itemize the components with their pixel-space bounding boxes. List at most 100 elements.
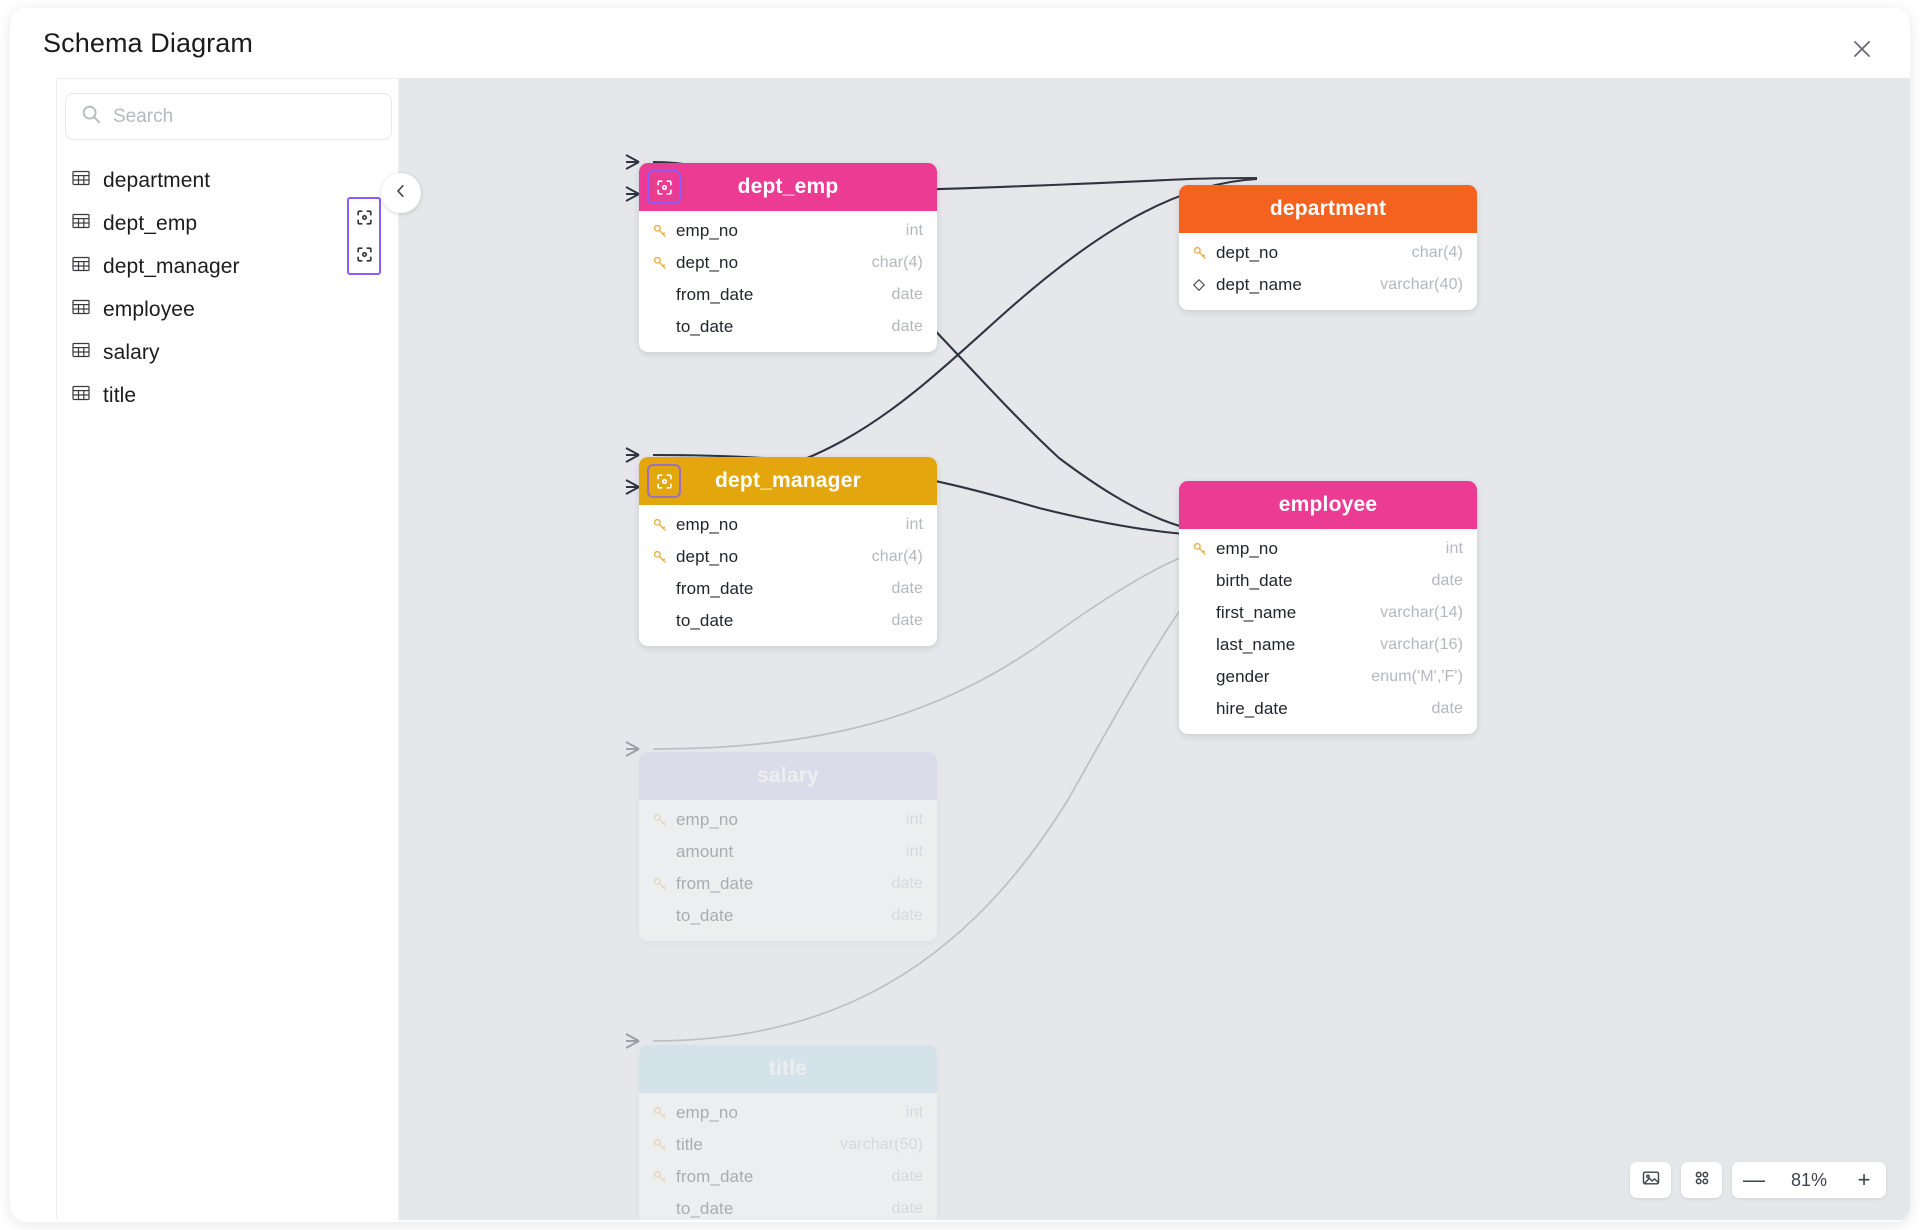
column-row[interactable]: to_date date: [639, 1193, 937, 1220]
column-row[interactable]: hire_date date: [1179, 693, 1477, 725]
column-row[interactable]: first_name varchar(14): [1179, 597, 1477, 629]
diagram-canvas[interactable]: dept_emp emp_no int dept_no char(4): [399, 78, 1910, 1220]
column-type: date: [891, 580, 923, 598]
layout-grid-button[interactable]: [1681, 1162, 1722, 1198]
column-type: varchar(14): [1380, 604, 1463, 622]
column-name: birth_date: [1216, 571, 1431, 591]
focus-target-icon[interactable]: [355, 245, 374, 264]
column-type: int: [906, 222, 923, 240]
column-row[interactable]: emp_no int: [639, 215, 937, 247]
column-row[interactable]: dept_no char(4): [1179, 237, 1477, 269]
column-name: to_date: [676, 906, 891, 926]
focus-target-stack[interactable]: [347, 197, 381, 275]
column-row[interactable]: birth_date date: [1179, 565, 1477, 597]
table-icon: [71, 211, 91, 236]
entity-columns: emp_no int birth_date date first_name va…: [1179, 529, 1477, 734]
entity-name: title: [769, 1057, 807, 1081]
column-row[interactable]: last_name varchar(16): [1179, 629, 1477, 661]
column-name: emp_no: [676, 221, 906, 241]
column-row[interactable]: to_date date: [639, 605, 937, 637]
entity-dept_manager[interactable]: dept_manager emp_no int dept_no char(4): [639, 457, 937, 646]
search-box[interactable]: [65, 93, 392, 140]
column-name: dept_no: [1216, 243, 1412, 263]
column-row[interactable]: from_date date: [639, 573, 937, 605]
column-row[interactable]: from_date date: [639, 279, 937, 311]
sidebar-item-department[interactable]: department: [57, 159, 398, 202]
column-row[interactable]: to_date date: [639, 311, 937, 343]
column-row[interactable]: dept_no char(4): [639, 247, 937, 279]
entity-name: employee: [1279, 493, 1377, 517]
sidebar-item-label: title: [103, 384, 136, 408]
sidebar-item-label: employee: [103, 298, 195, 322]
sidebar-item-label: salary: [103, 341, 160, 365]
zoom-level-label: 81%: [1776, 1162, 1842, 1198]
column-row[interactable]: emp_no int: [639, 509, 937, 541]
sidebar-item-employee[interactable]: employee: [57, 288, 398, 331]
entity-header: salary: [639, 752, 937, 800]
focus-target-icon[interactable]: [647, 464, 681, 498]
zoom-in-button[interactable]: +: [1842, 1162, 1886, 1198]
sidebar-item-label: dept_emp: [103, 212, 197, 236]
column-name: to_date: [676, 611, 891, 631]
entity-title[interactable]: title emp_no int title varchar(50): [639, 1045, 937, 1220]
zoom-out-button[interactable]: —: [1732, 1162, 1776, 1198]
column-type: date: [891, 1168, 923, 1186]
focus-target-icon[interactable]: [647, 170, 681, 204]
column-type: date: [1431, 572, 1463, 590]
entity-name: dept_manager: [715, 469, 861, 493]
column-type: date: [1431, 700, 1463, 718]
sidebar-item-salary[interactable]: salary: [57, 331, 398, 374]
column-row[interactable]: gender enum('M','F'): [1179, 661, 1477, 693]
primary-key-icon: [652, 812, 676, 828]
column-row[interactable]: emp_no int: [639, 1097, 937, 1129]
close-button[interactable]: [1844, 31, 1880, 67]
primary-key-icon: [1192, 245, 1216, 261]
table-icon: [71, 383, 91, 408]
export-image-button[interactable]: [1630, 1162, 1671, 1198]
focus-target-icon[interactable]: [355, 208, 374, 227]
column-row[interactable]: to_date date: [639, 900, 937, 932]
crowfoot-marker: [626, 480, 639, 494]
entity-salary[interactable]: salary emp_no int amount int: [639, 752, 937, 941]
column-type: char(4): [1412, 244, 1463, 262]
column-row[interactable]: dept_no char(4): [639, 541, 937, 573]
table-icon: [71, 340, 91, 365]
primary-key-icon: [652, 1105, 676, 1121]
column-row[interactable]: emp_no int: [639, 804, 937, 836]
modal-header: Schema Diagram: [10, 8, 1910, 86]
column-name: emp_no: [676, 810, 906, 830]
column-type: char(4): [872, 548, 923, 566]
column-row[interactable]: dept_name varchar(40): [1179, 269, 1477, 301]
entity-columns: emp_no int title varchar(50) from_date d…: [639, 1093, 937, 1220]
column-name: dept_name: [1216, 275, 1380, 295]
table-icon: [71, 168, 91, 193]
column-type: int: [906, 843, 923, 861]
entity-department[interactable]: department dept_no char(4) dept_name var…: [1179, 185, 1477, 310]
entity-columns: dept_no char(4) dept_name varchar(40): [1179, 233, 1477, 310]
close-icon: [1850, 37, 1874, 61]
column-type: enum('M','F'): [1371, 668, 1463, 686]
column-type: varchar(40): [1380, 276, 1463, 294]
column-row[interactable]: from_date date: [639, 1161, 937, 1193]
column-type: date: [891, 318, 923, 336]
primary-key-icon: [652, 255, 676, 271]
entity-columns: emp_no int amount int from_date date: [639, 800, 937, 941]
crowfoot-marker: [626, 155, 639, 169]
primary-key-icon: [652, 876, 676, 892]
sidebar-collapse-button[interactable]: [381, 173, 421, 213]
crowfoot-marker: [626, 187, 639, 201]
column-type: date: [891, 286, 923, 304]
entity-dept_emp[interactable]: dept_emp emp_no int dept_no char(4): [639, 163, 937, 352]
search-input[interactable]: [113, 106, 377, 128]
column-type: char(4): [872, 254, 923, 272]
crowfoot-marker: [626, 1034, 639, 1048]
column-row[interactable]: emp_no int: [1179, 533, 1477, 565]
sidebar-item-title[interactable]: title: [57, 374, 398, 417]
unique-key-icon: [1192, 278, 1216, 292]
column-row[interactable]: from_date date: [639, 868, 937, 900]
column-row[interactable]: title varchar(50): [639, 1129, 937, 1161]
primary-key-icon: [652, 223, 676, 239]
column-row[interactable]: amount int: [639, 836, 937, 868]
column-name: to_date: [676, 1199, 891, 1219]
entity-employee[interactable]: employee emp_no int birth_date date: [1179, 481, 1477, 734]
